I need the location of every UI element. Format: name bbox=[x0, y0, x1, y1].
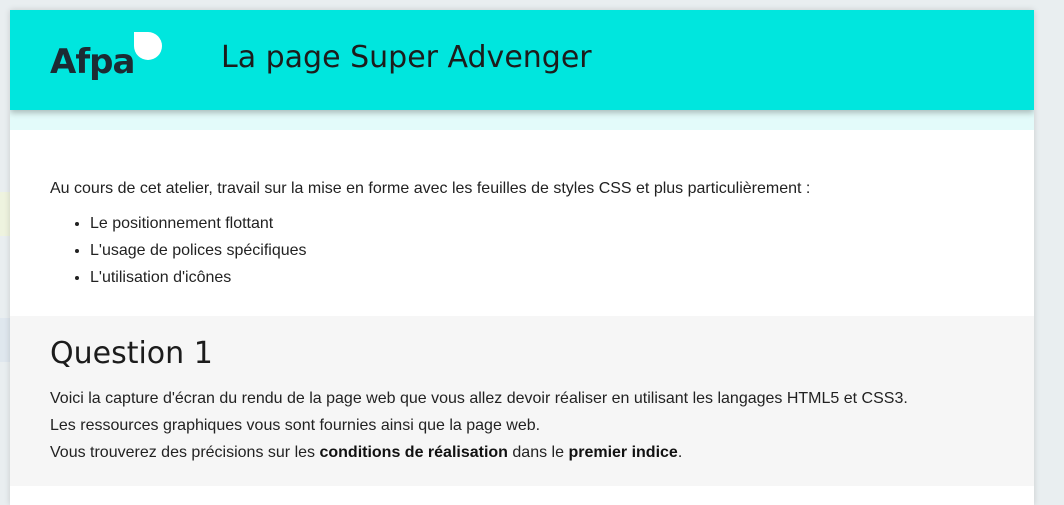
header-band bbox=[10, 110, 1034, 130]
text-fragment: Vous trouverez des précisions sur les bbox=[50, 444, 320, 461]
content-card: Afpa La page Super Advenger Au cours de … bbox=[10, 10, 1034, 505]
first-hint-emphasis: premier indice bbox=[568, 444, 678, 461]
question-line-3: Vous trouverez des précisions sur les co… bbox=[50, 439, 994, 466]
list-item: L'utilisation d'icônes bbox=[90, 264, 994, 291]
text-fragment: . bbox=[677, 444, 683, 461]
text-fragment: dans le bbox=[507, 444, 569, 461]
question-line-1: Voici la capture d'écran du rendu de la … bbox=[50, 390, 908, 407]
list-item: L'usage de polices spécifiques bbox=[90, 237, 994, 264]
page-header: Afpa La page Super Advenger bbox=[10, 10, 1034, 110]
afpa-logo[interactable]: Afpa bbox=[50, 32, 165, 92]
intro-text: Au cours de cet atelier, travail sur la … bbox=[50, 180, 811, 197]
page-title: La page Super Advenger bbox=[221, 40, 592, 75]
question-section: Question 1 Voici la capture d'écran du r… bbox=[10, 316, 1034, 486]
background-strip bbox=[0, 192, 10, 236]
question-line-2: Les ressources graphiques vous sont four… bbox=[50, 417, 541, 434]
intro-section: Au cours de cet atelier, travail sur la … bbox=[10, 130, 1034, 316]
intro-list: Le positionnement flottant L'usage de po… bbox=[50, 210, 994, 291]
logo-text: Afpa bbox=[50, 42, 135, 82]
list-item: Le positionnement flottant bbox=[90, 210, 994, 237]
logo-drop-icon bbox=[134, 32, 162, 60]
question-title: Question 1 bbox=[50, 336, 213, 371]
background-strip bbox=[0, 318, 10, 362]
conditions-emphasis: conditions de réalisation bbox=[319, 444, 508, 461]
